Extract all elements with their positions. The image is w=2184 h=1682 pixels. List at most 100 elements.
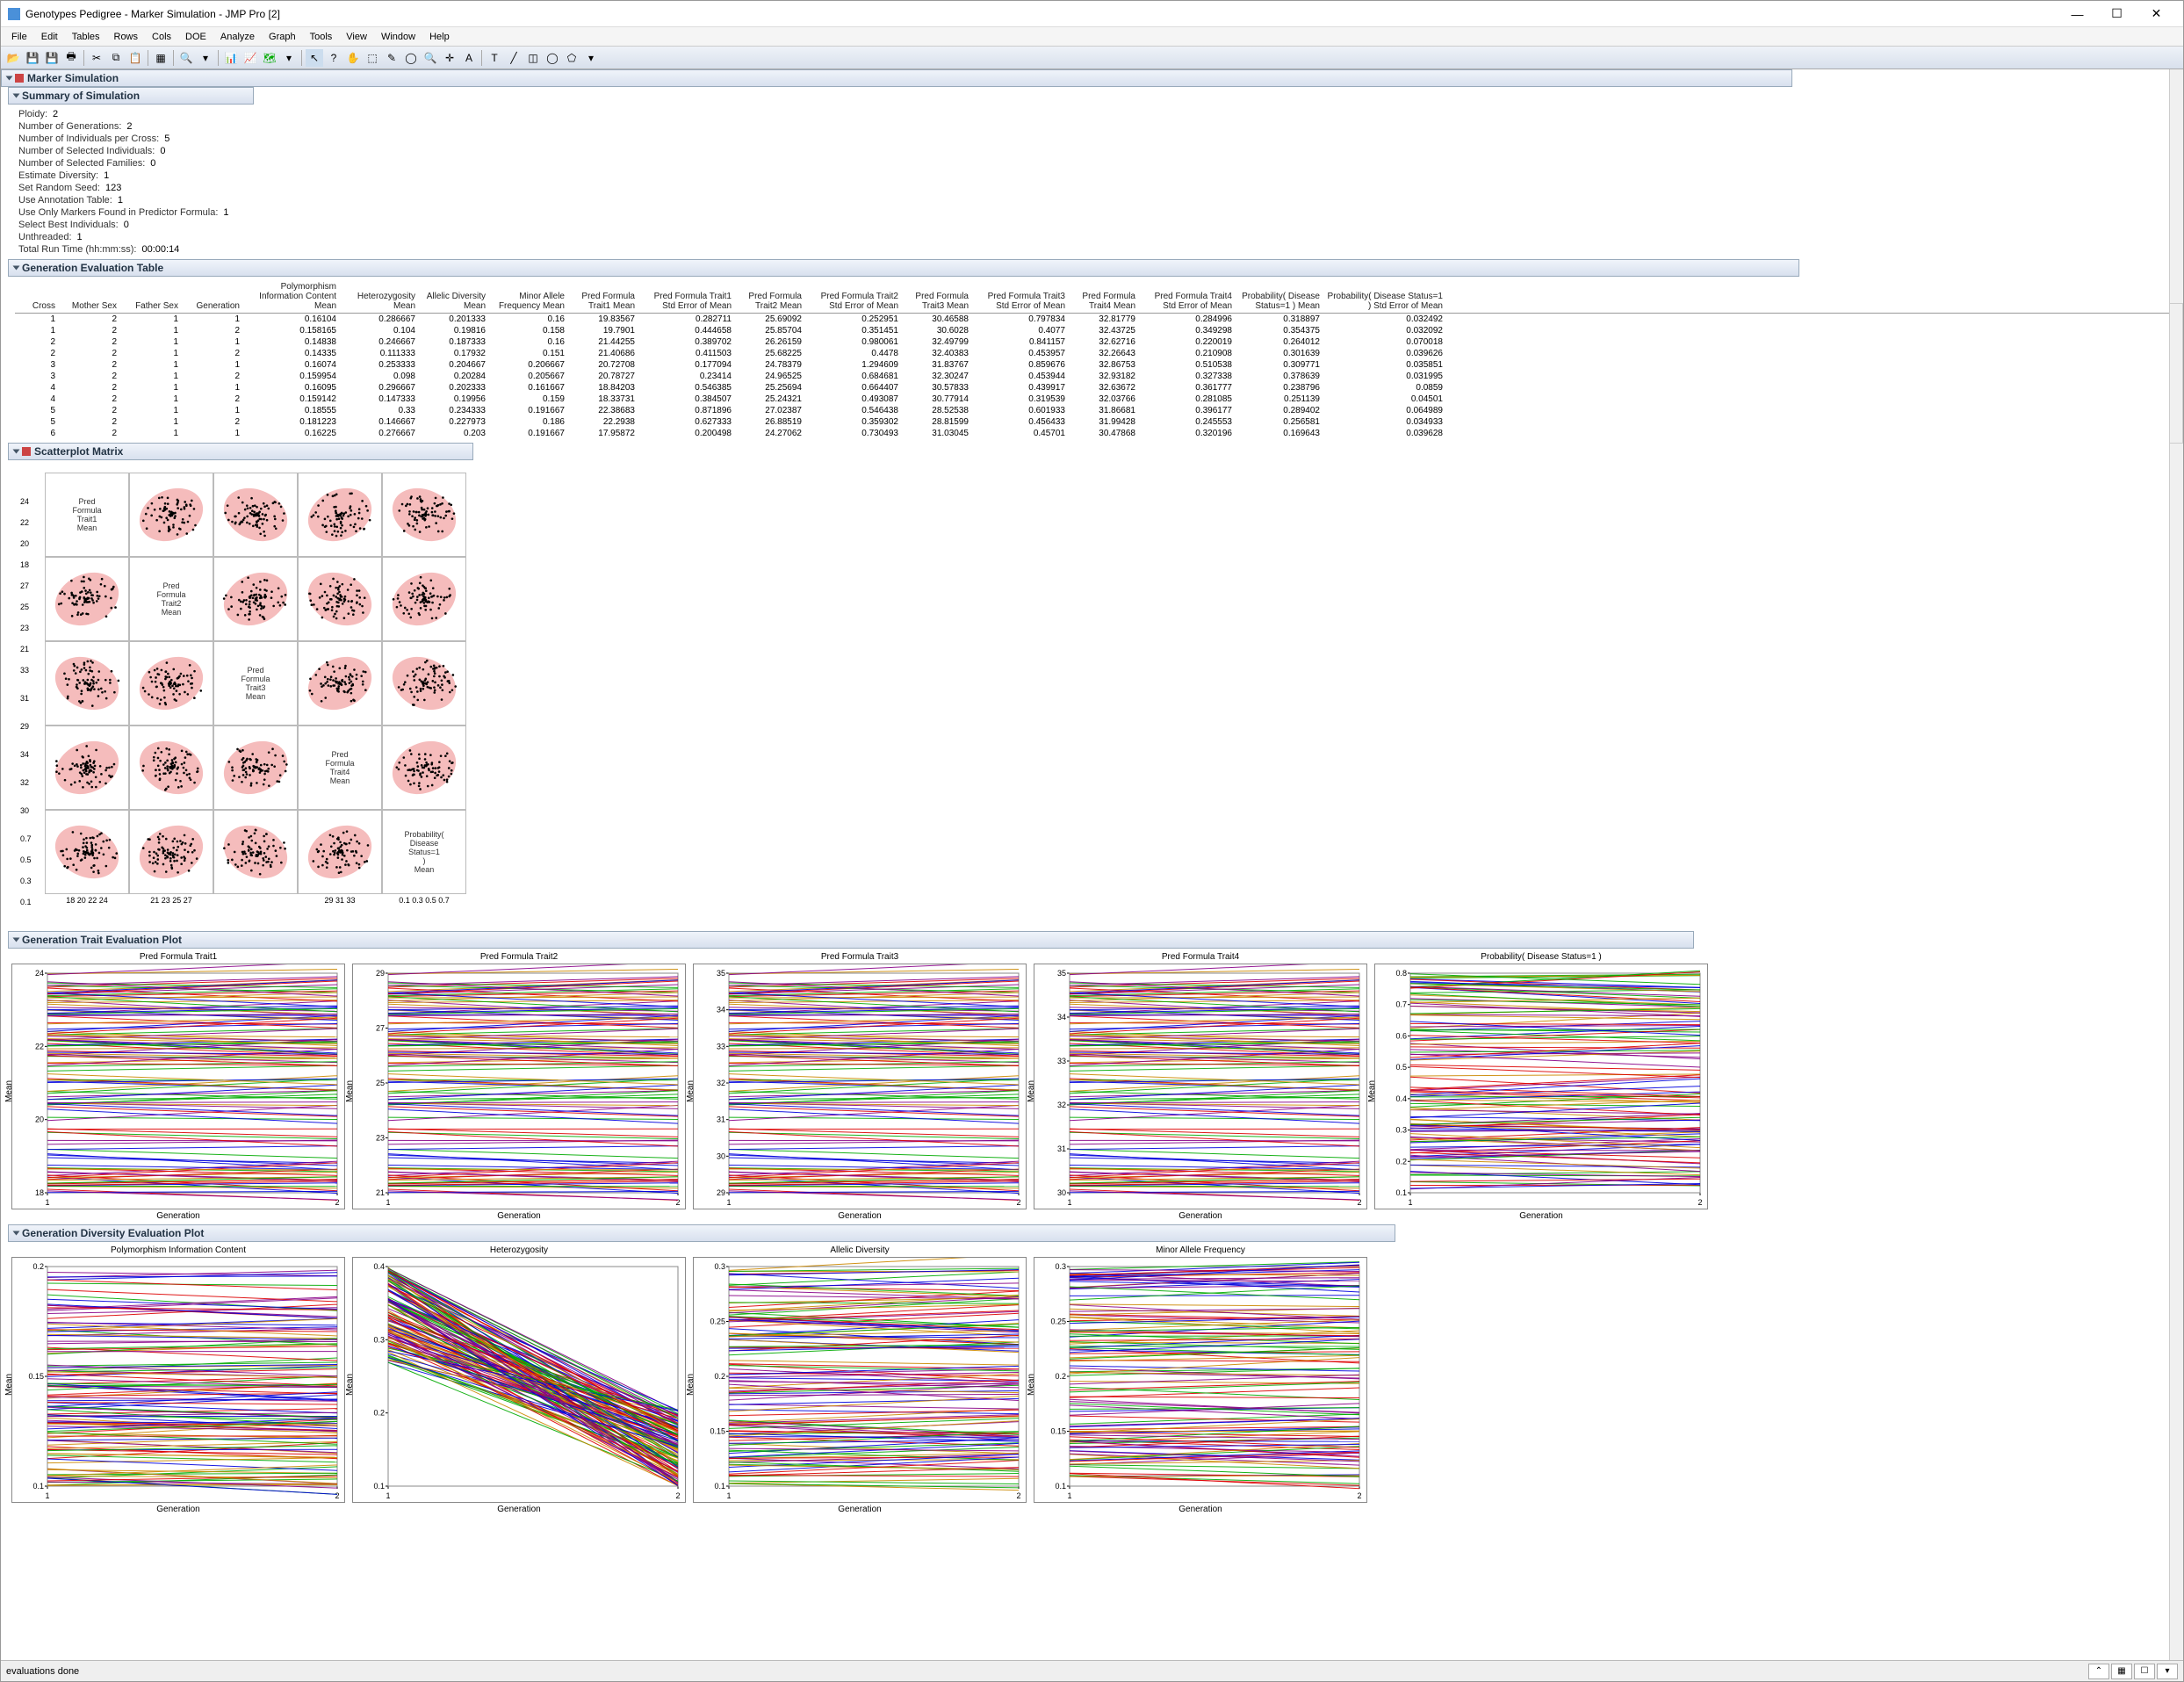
table-row[interactable]: 22120.143350.1113330.179320.15121.406860… xyxy=(15,348,2176,359)
menu-tables[interactable]: Tables xyxy=(65,30,107,44)
splom-scatter-cell[interactable] xyxy=(298,810,382,894)
table-header-cell[interactable]: Cross xyxy=(15,280,59,313)
table-header-cell[interactable]: Pred Formula Trait3 Std Error of Mean xyxy=(972,280,1069,313)
splom-scatter-cell[interactable] xyxy=(213,810,298,894)
hotspot-icon[interactable] xyxy=(22,447,31,456)
scatterplot-matrix[interactable]: 24222018PredFormulaTrait1Mean27252321Pre… xyxy=(18,467,475,924)
section-splom[interactable]: Scatterplot Matrix xyxy=(8,443,473,460)
table-header-cell[interactable]: Polymorphism Information Content Mean xyxy=(243,280,340,313)
oval-icon[interactable]: ◯ xyxy=(544,49,561,67)
magnify-icon[interactable]: 🔍 xyxy=(422,49,439,67)
select-icon[interactable]: ⬚ xyxy=(364,49,381,67)
table-header-cell[interactable]: Generation xyxy=(182,280,243,313)
splom-scatter-cell[interactable] xyxy=(129,725,213,810)
pointer-icon[interactable]: ↖ xyxy=(306,49,323,67)
splom-scatter-cell[interactable] xyxy=(382,557,466,641)
table-row[interactable]: 12120.1581650.1040.198160.15819.79010.44… xyxy=(15,325,2176,336)
menu-file[interactable]: File xyxy=(4,30,34,44)
table-row[interactable]: 42110.160950.2966670.2023330.16166718.84… xyxy=(15,382,2176,393)
plot-frame[interactable]: Mean1820222412 xyxy=(11,964,345,1209)
table-header-cell[interactable]: Pred Formula Trait4 Mean xyxy=(1069,280,1139,313)
paste-icon[interactable]: 📋 xyxy=(126,49,144,67)
table-header-cell[interactable]: Heterozygosity Mean xyxy=(340,280,419,313)
generation-table[interactable]: CrossMother SexFather SexGenerationPolym… xyxy=(15,280,2176,439)
dropdown-icon[interactable]: ▾ xyxy=(197,49,214,67)
status-dropdown-icon[interactable]: ▾ xyxy=(2157,1664,2178,1679)
table-row[interactable]: 12110.161040.2866670.2013330.1619.835670… xyxy=(15,314,2176,325)
table-scrollbar[interactable] xyxy=(2169,303,2183,444)
minimize-button[interactable]: — xyxy=(2058,2,2097,26)
menu-cols[interactable]: Cols xyxy=(145,30,178,44)
save-icon[interactable]: 💾 xyxy=(24,49,41,67)
table-header-cell[interactable]: Pred Formula Trait4 Std Error of Mean xyxy=(1139,280,1236,313)
splom-scatter-cell[interactable] xyxy=(382,725,466,810)
chart3-icon[interactable]: 🗺 xyxy=(261,49,278,67)
chart1-icon[interactable]: 📊 xyxy=(222,49,240,67)
splom-scatter-cell[interactable] xyxy=(213,725,298,810)
table-row[interactable]: 42120.1591420.1473330.199560.15918.33731… xyxy=(15,393,2176,405)
status-box-icon[interactable]: ☐ xyxy=(2134,1664,2155,1679)
table-header-cell[interactable]: Allelic Diversity Mean xyxy=(419,280,489,313)
splom-scatter-cell[interactable] xyxy=(129,641,213,725)
splom-diagonal-cell[interactable]: PredFormulaTrait2Mean xyxy=(129,557,213,641)
disclosure-icon[interactable] xyxy=(13,94,20,98)
hotspot-icon[interactable] xyxy=(15,74,24,83)
status-nav-up-icon[interactable]: ⌃ xyxy=(2088,1664,2109,1679)
chart2-icon[interactable]: 📈 xyxy=(241,49,259,67)
splom-scatter-cell[interactable] xyxy=(213,473,298,557)
menu-analyze[interactable]: Analyze xyxy=(213,30,262,44)
table-row[interactable]: 52110.185550.330.2343330.19166722.386830… xyxy=(15,405,2176,416)
plot-frame[interactable]: Mean0.10.20.30.40.50.60.70.812 xyxy=(1374,964,1708,1209)
dropdown2-icon[interactable]: ▾ xyxy=(280,49,298,67)
table-header-cell[interactable]: Probability( Disease Status=1 ) Mean xyxy=(1236,280,1323,313)
open-icon[interactable]: 📂 xyxy=(4,49,22,67)
line-icon[interactable]: ╱ xyxy=(505,49,523,67)
disclosure-icon[interactable] xyxy=(13,938,20,942)
table-header-cell[interactable]: Probability( Disease Status=1 ) Std Erro… xyxy=(1323,280,1446,313)
splom-scatter-cell[interactable] xyxy=(129,810,213,894)
disclosure-icon[interactable] xyxy=(13,450,20,454)
splom-scatter-cell[interactable] xyxy=(45,557,129,641)
crosshair-icon[interactable]: ✛ xyxy=(441,49,458,67)
splom-scatter-cell[interactable] xyxy=(129,473,213,557)
table-header-cell[interactable]: Pred Formula Trait2 Mean xyxy=(735,280,805,313)
menu-doe[interactable]: DOE xyxy=(178,30,213,44)
plot-frame[interactable]: Mean2930313233343512 xyxy=(693,964,1027,1209)
splom-scatter-cell[interactable] xyxy=(213,557,298,641)
table-row[interactable]: 32120.1599540.0980.202840.20566720.78727… xyxy=(15,371,2176,382)
splom-diagonal-cell[interactable]: Probability(DiseaseStatus=1)Mean xyxy=(382,810,466,894)
shape-icon[interactable]: ◫ xyxy=(524,49,542,67)
splom-scatter-cell[interactable] xyxy=(298,557,382,641)
table-header-cell[interactable]: Minor Allele Frequency Mean xyxy=(489,280,568,313)
close-button[interactable]: ✕ xyxy=(2137,2,2176,26)
title-bar[interactable]: Genotypes Pedigree - Marker Simulation -… xyxy=(1,1,2183,27)
hand-icon[interactable]: ✋ xyxy=(344,49,362,67)
section-div-plot[interactable]: Generation Diversity Evaluation Plot xyxy=(8,1224,1395,1242)
table-header-cell[interactable]: Pred Formula Trait2 Std Error of Mean xyxy=(805,280,902,313)
maximize-button[interactable]: ☐ xyxy=(2097,2,2137,26)
plot-frame[interactable]: Mean0.10.20.30.412 xyxy=(352,1257,686,1503)
splom-diagonal-cell[interactable]: PredFormulaTrait3Mean xyxy=(213,641,298,725)
text-icon[interactable]: T xyxy=(486,49,503,67)
menu-view[interactable]: View xyxy=(339,30,374,44)
menu-tools[interactable]: Tools xyxy=(303,30,340,44)
disclosure-icon[interactable] xyxy=(13,1231,20,1236)
menu-help[interactable]: Help xyxy=(422,30,457,44)
table-header-cell[interactable]: Pred Formula Trait1 Std Error of Mean xyxy=(638,280,735,313)
table-row[interactable]: 22110.148380.2466670.1873330.1621.442550… xyxy=(15,336,2176,348)
splom-scatter-cell[interactable] xyxy=(382,473,466,557)
help-icon[interactable]: ? xyxy=(325,49,342,67)
lasso-icon[interactable]: ◯ xyxy=(402,49,420,67)
section-summary[interactable]: Summary of Simulation xyxy=(8,87,254,105)
splom-scatter-cell[interactable] xyxy=(298,641,382,725)
brush-icon[interactable]: ✎ xyxy=(383,49,400,67)
disclosure-icon[interactable] xyxy=(13,266,20,271)
splom-scatter-cell[interactable] xyxy=(45,725,129,810)
plot-frame[interactable]: Mean212325272912 xyxy=(352,964,686,1209)
status-grid-icon[interactable]: ▦ xyxy=(2111,1664,2132,1679)
table-row[interactable]: 62110.162250.2766670.2030.19166717.95872… xyxy=(15,428,2176,439)
section-marker-simulation[interactable]: Marker Simulation xyxy=(1,69,1792,87)
plot-frame[interactable]: Mean0.10.150.20.250.312 xyxy=(1034,1257,1367,1503)
save-as-icon[interactable]: 💾 xyxy=(43,49,61,67)
cut-icon[interactable]: ✂ xyxy=(88,49,105,67)
